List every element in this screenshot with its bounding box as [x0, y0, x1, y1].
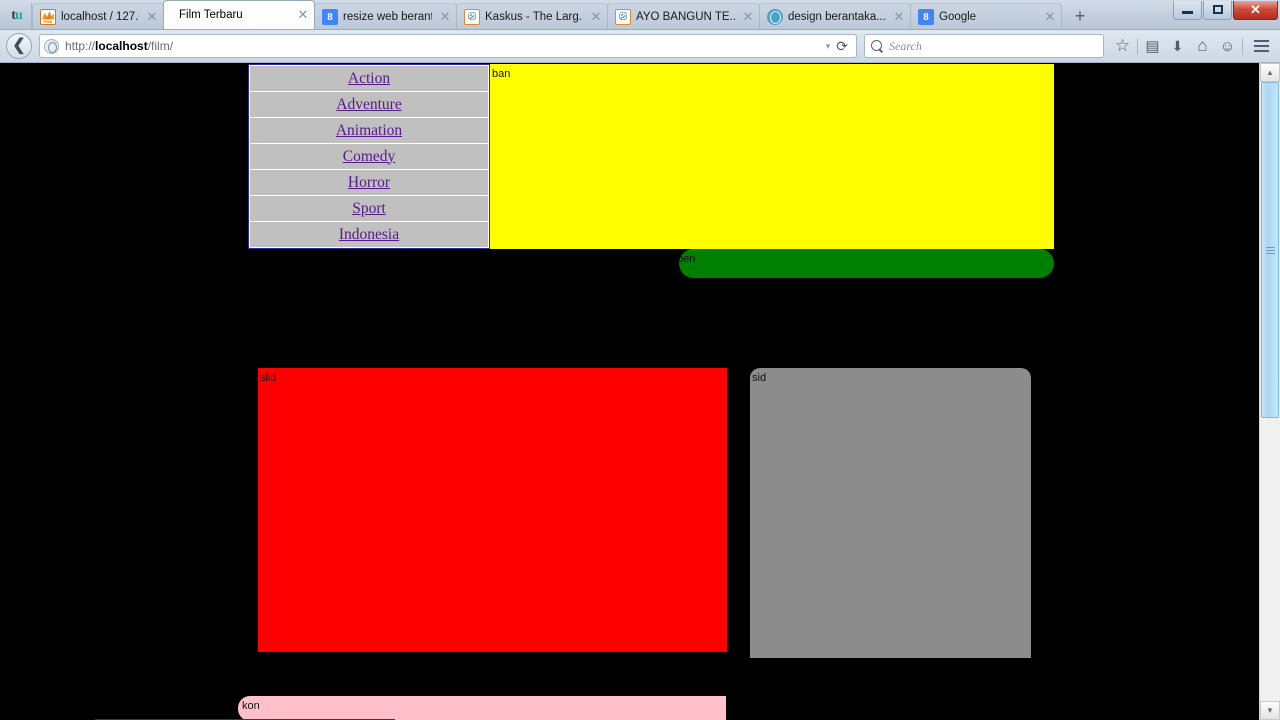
- nav-item-adventure[interactable]: Adventure: [250, 92, 488, 117]
- nav-link-label[interactable]: Horror: [348, 174, 390, 192]
- menu-hamburger-icon[interactable]: [1249, 34, 1274, 58]
- back-arrow-icon: ❮: [12, 37, 26, 54]
- browser-tab-2-active[interactable]: Film Terbaru ✕: [163, 0, 315, 29]
- nav-item-comedy[interactable]: Comedy: [250, 144, 488, 169]
- sidebar-block-label: sid: [752, 372, 767, 384]
- content-block: kon: [238, 696, 726, 720]
- tab-close-icon[interactable]: ✕: [741, 10, 755, 24]
- tab-close-icon[interactable]: ✕: [438, 10, 452, 24]
- chevron-down-icon[interactable]: ▾: [820, 41, 837, 52]
- kaskus-icon: ㋛: [464, 8, 480, 25]
- google-icon: 8: [322, 8, 338, 25]
- nav-link-label[interactable]: Sport: [352, 200, 386, 218]
- home-icon[interactable]: ⌂: [1190, 34, 1215, 58]
- new-tab-button[interactable]: +: [1067, 3, 1093, 29]
- address-bar[interactable]: http://localhost/film/ ▾ ⟳: [39, 34, 857, 58]
- tab-title: AYO BANGUN TE...: [636, 10, 735, 23]
- browser-tab-7[interactable]: 8 Google ✕: [910, 3, 1062, 29]
- tab-close-icon[interactable]: ✕: [1043, 10, 1057, 24]
- scrollbar-thumb[interactable]: [1261, 82, 1279, 418]
- nav-link-label[interactable]: Indonesia: [339, 226, 399, 244]
- nav-link-label[interactable]: Action: [348, 70, 390, 88]
- app-tab-pinned[interactable]: tu: [2, 3, 32, 29]
- window-maximize-button[interactable]: [1203, 0, 1232, 20]
- tab-close-icon[interactable]: ✕: [589, 10, 603, 24]
- search-bar[interactable]: Search: [864, 34, 1104, 58]
- google-icon: 8: [918, 8, 934, 25]
- nav-item-sport[interactable]: Sport: [250, 196, 488, 221]
- banner-block: ban: [490, 64, 1054, 249]
- tab-title: Google: [939, 10, 977, 23]
- nav-item-animation[interactable]: Animation: [250, 118, 488, 143]
- sidebar-block: sid: [750, 368, 1031, 658]
- tab-close-icon[interactable]: ✕: [892, 10, 906, 24]
- pen-block: pen: [679, 249, 1054, 278]
- pen-block-label: pen: [679, 253, 696, 265]
- pinned-app-icon: tu: [11, 8, 22, 23]
- tab-title: design berantaka...: [788, 10, 886, 23]
- category-nav-menu: Action Adventure Animation Comedy Horror…: [248, 64, 490, 249]
- globe-icon: [767, 8, 783, 25]
- tab-strip: tu localhost / 127.0.0... ✕ Film Terbaru…: [0, 0, 1280, 30]
- reading-list-icon[interactable]: ▤: [1140, 34, 1165, 58]
- tab-title: Film Terbaru: [179, 9, 243, 21]
- browser-tab-6[interactable]: design berantaka... ✕: [759, 3, 911, 29]
- scrollbar-grip-icon: [1265, 246, 1275, 254]
- kaskus-icon: ㋛: [615, 8, 631, 25]
- banner-block-label: ban: [492, 68, 511, 80]
- browser-tab-4[interactable]: ㋛ Kaskus - The Larg... ✕: [456, 3, 608, 29]
- nav-item-horror[interactable]: Horror: [250, 170, 488, 195]
- nav-link-label[interactable]: Animation: [336, 122, 402, 140]
- nav-link-label[interactable]: Comedy: [343, 148, 396, 166]
- page-viewport: Action Adventure Animation Comedy Horror…: [0, 63, 1280, 720]
- nav-item-action[interactable]: Action: [250, 66, 488, 91]
- browser-window: tu localhost / 127.0.0... ✕ Film Terbaru…: [0, 0, 1280, 720]
- toolbar-icons: ☆ ▤ ⬇ ⌂ ☺: [1110, 34, 1274, 58]
- search-icon: [871, 39, 884, 53]
- nav-item-indonesia[interactable]: Indonesia: [250, 222, 488, 247]
- window-minimize-button[interactable]: [1173, 0, 1202, 20]
- scrollbar-track[interactable]: [1260, 82, 1280, 701]
- phpmyadmin-icon: [40, 8, 56, 25]
- window-controls: ✕: [1172, 0, 1278, 20]
- toolbar-divider: [1242, 37, 1243, 55]
- tab-title: resize web berant...: [343, 10, 432, 23]
- search-input[interactable]: Search: [889, 39, 922, 54]
- address-bar-value: http://localhost/film/: [65, 39, 174, 53]
- back-button[interactable]: ❮: [6, 33, 32, 59]
- site-identity-globe-icon: [44, 38, 59, 54]
- slider-block-label: slid: [260, 372, 277, 384]
- downloads-icon[interactable]: ⬇: [1165, 34, 1190, 58]
- reload-icon[interactable]: ⟳: [836, 39, 852, 53]
- vertical-scrollbar[interactable]: ▲ ▼: [1259, 63, 1280, 720]
- browser-tab-3[interactable]: 8 resize web berant... ✕: [314, 3, 457, 29]
- browser-tab-1[interactable]: localhost / 127.0.0... ✕: [32, 3, 164, 29]
- tab-title: localhost / 127.0.0...: [61, 10, 139, 23]
- bookmark-star-icon[interactable]: ☆: [1110, 34, 1135, 58]
- content-block-label: kon: [242, 700, 260, 712]
- tab-close-icon[interactable]: ✕: [296, 8, 310, 22]
- tab-title: Kaskus - The Larg...: [485, 10, 583, 23]
- slider-block: slid: [258, 368, 727, 652]
- window-close-button[interactable]: ✕: [1233, 0, 1278, 20]
- navigation-toolbar: ❮ http://localhost/film/ ▾ ⟳ Search ☆ ▤ …: [0, 30, 1280, 63]
- browser-tab-5[interactable]: ㋛ AYO BANGUN TE... ✕: [607, 3, 760, 29]
- tab-close-icon[interactable]: ✕: [145, 10, 159, 24]
- page-content: Action Adventure Animation Comedy Horror…: [0, 63, 1280, 720]
- scroll-down-button[interactable]: ▼: [1260, 701, 1280, 720]
- scroll-up-button[interactable]: ▲: [1260, 63, 1280, 82]
- feedback-smiley-icon[interactable]: ☺: [1215, 34, 1240, 58]
- toolbar-divider: [1137, 37, 1138, 55]
- nav-link-label[interactable]: Adventure: [336, 96, 401, 114]
